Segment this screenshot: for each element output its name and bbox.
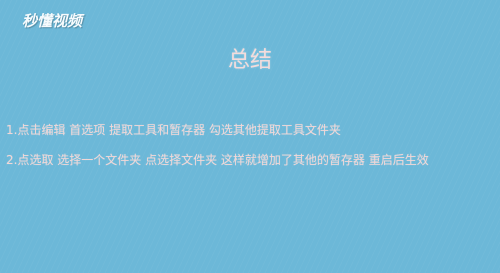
summary-line-1: 1.点击编辑 首选项 提取工具和暂存器 勾选其他提取工具文件夹 xyxy=(6,123,341,137)
slide: 秒懂视频 总结 1.点击编辑 首选项 提取工具和暂存器 勾选其他提取工具文件夹 … xyxy=(0,0,500,273)
summary-line-2: 2.点选取 选择一个文件夹 点选择文件夹 这样就增加了其他的暂存器 重启后生效 xyxy=(6,153,429,167)
slide-title: 总结 xyxy=(227,48,272,73)
brand-watermark: 秒懂视频 xyxy=(22,12,83,30)
